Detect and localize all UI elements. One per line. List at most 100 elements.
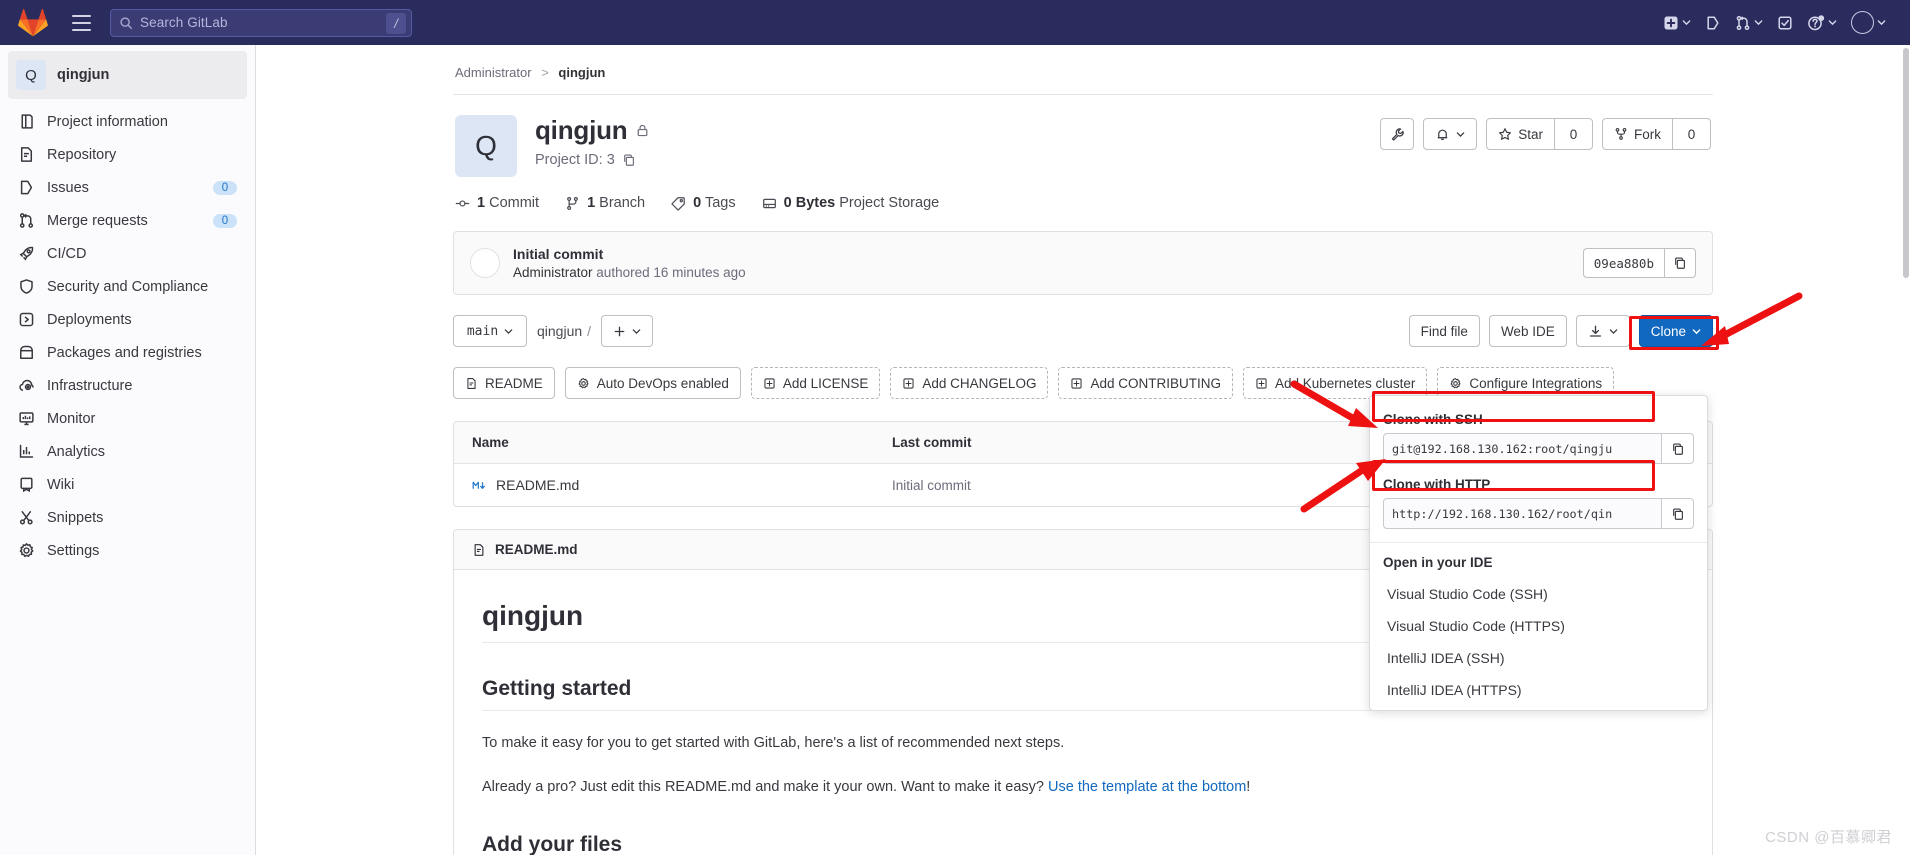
hamburger-menu-icon[interactable] xyxy=(66,8,96,38)
chip-add-changelog[interactable]: Add CHANGELOG xyxy=(890,367,1049,399)
project-header-actions: Star 0 Fork 0 xyxy=(1380,115,1711,150)
clone-button[interactable]: Clone xyxy=(1638,315,1713,347)
sidebar-item-snippets[interactable]: Snippets xyxy=(2,501,253,534)
tag-icon xyxy=(671,196,685,211)
chip-add-license[interactable]: Add LICENSE xyxy=(750,367,881,399)
stat-branches[interactable]: 1 Branch xyxy=(565,195,645,211)
chevron-down-icon xyxy=(632,328,641,334)
readme-paragraph-1: To make it easy for you to get started w… xyxy=(482,735,1065,751)
search-input[interactable]: Search GitLab / xyxy=(110,8,412,37)
gear-icon xyxy=(19,543,34,558)
fork-button[interactable]: Fork xyxy=(1602,118,1673,150)
sidebar-item-label: Merge requests xyxy=(47,212,148,229)
fork-button-group: Fork 0 xyxy=(1602,118,1711,150)
stat-commits[interactable]: 1 Commit xyxy=(455,195,539,211)
book-icon xyxy=(21,114,33,129)
readme-filename[interactable]: README.md xyxy=(495,542,578,557)
search-placeholder: Search GitLab xyxy=(140,15,228,30)
copy-http-url-button[interactable] xyxy=(1662,498,1694,529)
branch-selector[interactable]: main xyxy=(453,315,527,347)
column-header-last-commit: Last commit xyxy=(892,435,972,450)
file-last-commit[interactable]: Initial commit xyxy=(892,478,971,493)
chip-readme[interactable]: README xyxy=(453,367,555,399)
sidebar-item-repository[interactable]: Repository xyxy=(2,138,253,171)
stat-storage-value: 0 Bytes xyxy=(783,195,836,211)
chevron-down-icon xyxy=(1828,20,1837,26)
auto-devops-icon xyxy=(578,377,589,388)
ide-item-intellij-https[interactable]: IntelliJ IDEA (HTTPS) xyxy=(1370,674,1707,706)
fork-count[interactable]: 0 xyxy=(1673,118,1711,150)
chip-add-contributing[interactable]: Add CONTRIBUTING xyxy=(1058,367,1233,399)
commit-sha[interactable]: 09ea880b xyxy=(1582,248,1664,278)
commit-meta: Administrator authored 16 minutes ago xyxy=(513,265,746,280)
sidebar-item-packages-and-registries[interactable]: Packages and registries xyxy=(2,336,253,369)
help-menu[interactable] xyxy=(1801,9,1843,37)
issues-shortcut[interactable] xyxy=(1699,10,1727,36)
breadcrumb-owner[interactable]: Administrator xyxy=(455,65,532,80)
chip-auto-devops[interactable]: Auto DevOps enabled xyxy=(564,367,741,399)
column-header-name: Name xyxy=(472,435,509,450)
readme-paragraph-2-suffix: ! xyxy=(1246,778,1251,795)
sidebar-item-ci-cd[interactable]: CI/CD xyxy=(2,237,253,270)
commit-title[interactable]: Initial commit xyxy=(513,246,746,262)
rocket-icon xyxy=(19,246,34,261)
user-menu[interactable] xyxy=(1845,6,1892,39)
page-scrollbar[interactable] xyxy=(1903,48,1909,278)
copy-ssh-url-button[interactable] xyxy=(1662,433,1694,464)
chart-icon xyxy=(19,444,34,458)
star-button[interactable]: Star xyxy=(1486,118,1555,150)
todos-shortcut[interactable] xyxy=(1771,10,1799,36)
commit-author[interactable]: Administrator xyxy=(513,265,593,280)
sidebar-item-project-information[interactable]: Project information xyxy=(2,105,253,138)
repository-actions: Find file Web IDE Clone xyxy=(1408,315,1713,347)
readme-file-icon xyxy=(467,377,476,389)
stat-storage[interactable]: 0 Bytes Project Storage xyxy=(762,195,939,211)
sidebar-item-monitor[interactable]: Monitor xyxy=(2,402,253,435)
project-banner: Q qingjun Project ID: 3 Star 0 Fork 0 xyxy=(453,95,1713,177)
repo-path-root[interactable]: qingjun xyxy=(537,323,582,339)
ide-item-vscode-ssh[interactable]: Visual Studio Code (SSH) xyxy=(1370,578,1707,610)
notifications-button[interactable] xyxy=(1423,118,1478,150)
sidebar-item-merge-requests[interactable]: Merge requests 0 xyxy=(2,204,253,237)
stat-branches-label: Branch xyxy=(599,195,646,211)
sidebar-item-issues[interactable]: Issues 0 xyxy=(2,171,253,204)
project-id-row: Project ID: 3 xyxy=(535,152,650,168)
ide-item-vscode-https[interactable]: Visual Studio Code (HTTPS) xyxy=(1370,610,1707,642)
repo-path-separator: / xyxy=(587,323,592,339)
clone-http-input[interactable]: http://192.168.130.162/root/qin xyxy=(1383,498,1662,529)
readme-template-link[interactable]: Use the template at the bottom xyxy=(1048,779,1246,795)
stat-tags[interactable]: 0 Tags xyxy=(671,195,736,211)
copy-icon[interactable] xyxy=(622,153,636,167)
shield-icon xyxy=(20,279,33,294)
chip-label: Add Kubernetes cluster xyxy=(1274,375,1416,391)
sidebar-item-settings[interactable]: Settings xyxy=(2,534,253,567)
main-content: Administrator > qingjun Q qingjun Projec… xyxy=(256,45,1910,855)
sidebar-item-infrastructure[interactable]: Infrastructure xyxy=(2,369,253,402)
add-to-repo-button[interactable] xyxy=(601,315,654,347)
download-source-button[interactable] xyxy=(1575,315,1630,347)
sidebar-item-security-and-compliance[interactable]: Security and Compliance xyxy=(2,270,253,303)
web-ide-button[interactable]: Web IDE xyxy=(1488,315,1567,347)
branch-icon xyxy=(567,196,578,210)
star-count[interactable]: 0 xyxy=(1555,118,1593,150)
create-new-menu[interactable] xyxy=(1657,10,1697,36)
file-name-cell[interactable]: README.md xyxy=(472,477,892,493)
settings-wrench-button[interactable] xyxy=(1380,118,1415,150)
find-file-button[interactable]: Find file xyxy=(1408,315,1480,347)
document-icon xyxy=(20,147,33,162)
chip-label: README xyxy=(485,375,543,391)
stat-tags-value: 0 xyxy=(693,195,702,211)
repo-path: qingjun / xyxy=(537,323,591,339)
sidebar-item-deployments[interactable]: Deployments xyxy=(2,303,253,336)
ide-item-intellij-ssh[interactable]: IntelliJ IDEA (SSH) xyxy=(1370,642,1707,674)
plus-box-icon xyxy=(903,377,914,389)
merge-requests-menu[interactable] xyxy=(1729,10,1769,36)
clone-ssh-input[interactable]: git@192.168.130.162:root/qingju xyxy=(1383,433,1662,464)
sidebar-project-header[interactable]: Q qingjun xyxy=(8,51,247,99)
chevron-down-icon xyxy=(1877,20,1886,26)
gitlab-logo[interactable] xyxy=(18,8,48,38)
sidebar-item-analytics[interactable]: Analytics xyxy=(2,435,253,468)
fork-icon xyxy=(1615,128,1627,140)
sidebar-item-wiki[interactable]: Wiki xyxy=(2,468,253,501)
copy-sha-button[interactable] xyxy=(1664,248,1696,278)
